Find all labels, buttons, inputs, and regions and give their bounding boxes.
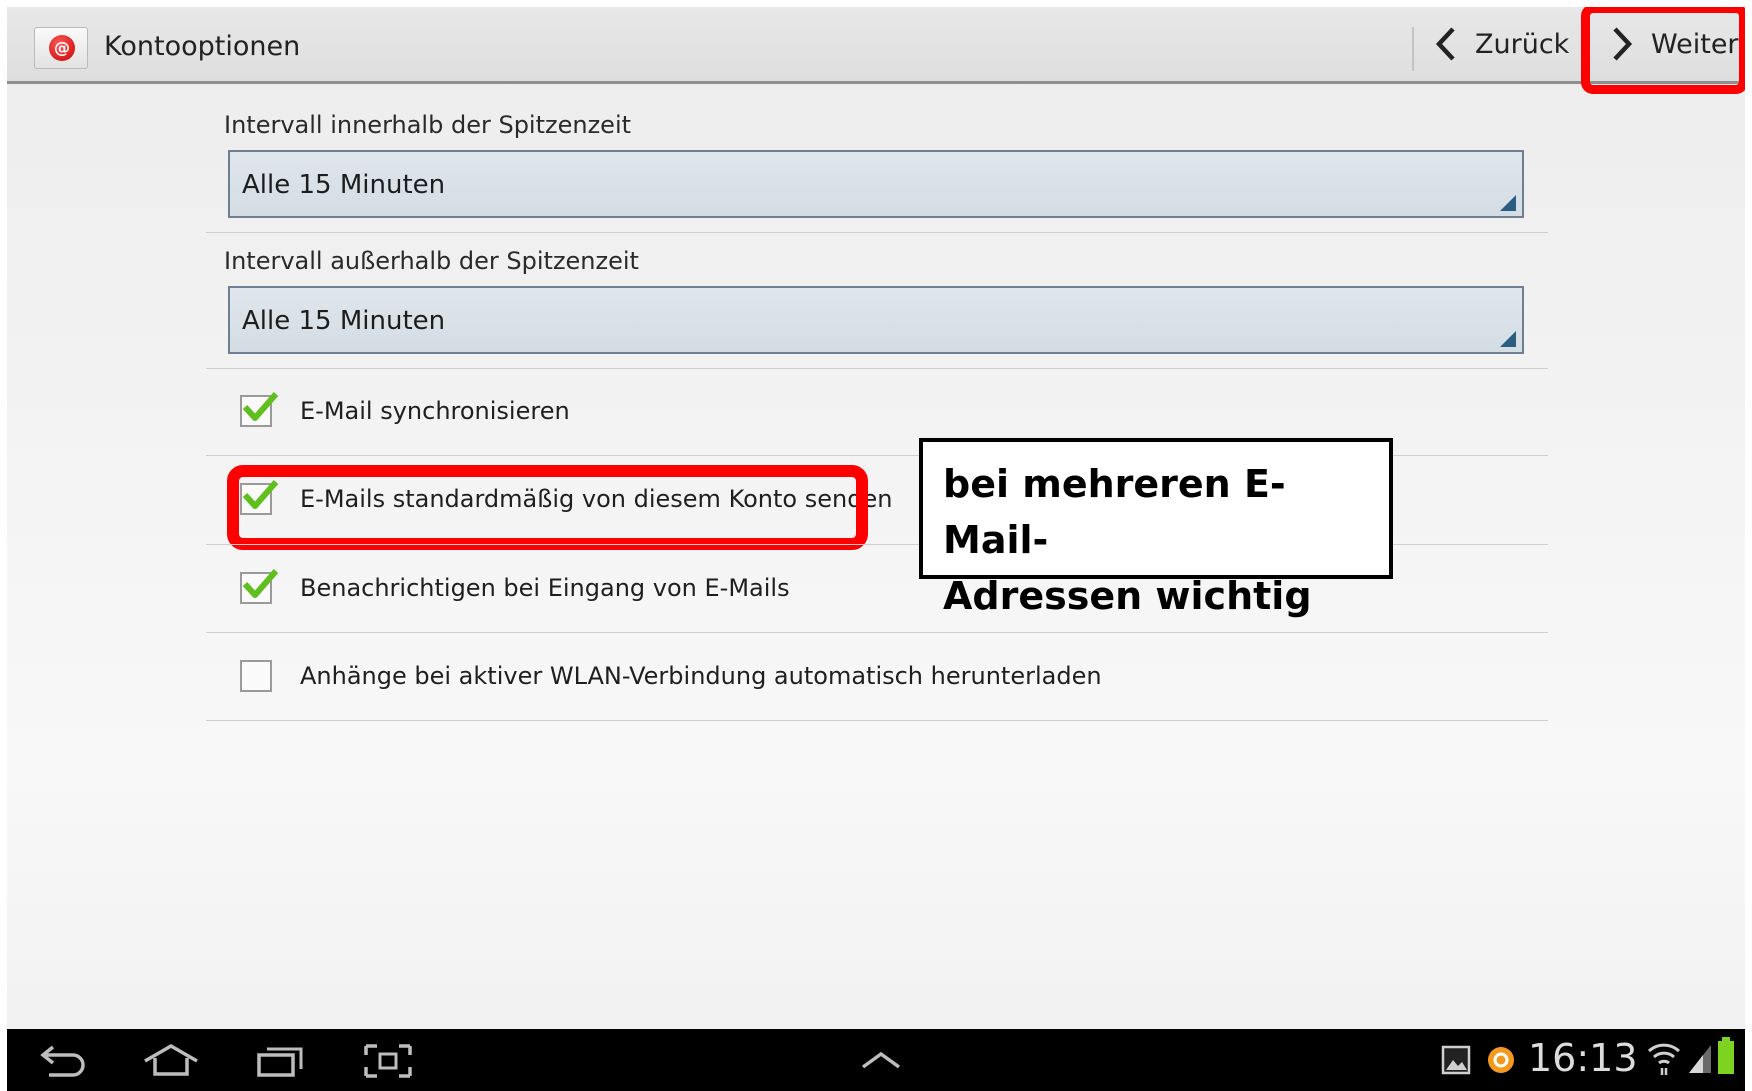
screenshot-icon[interactable] bbox=[363, 1043, 413, 1079]
attachments-checkbox[interactable] bbox=[240, 660, 272, 692]
offpeak-interval-select[interactable]: Alle 15 Minuten bbox=[228, 286, 1524, 354]
divider bbox=[206, 232, 1548, 233]
default-sender-highlight bbox=[227, 465, 868, 550]
wifi-icon bbox=[1647, 1043, 1681, 1075]
notify-label: Benachrichtigen bei Eingang von E-Mails bbox=[300, 574, 790, 602]
attachments-row[interactable]: Anhänge bei aktiver WLAN-Verbindung auto… bbox=[240, 656, 1102, 696]
screen: @ Kontooptionen Zurück Weiter Intervall … bbox=[7, 7, 1745, 1091]
checkmark-icon bbox=[242, 569, 279, 598]
action-divider bbox=[1412, 27, 1414, 71]
notification-icon bbox=[1488, 1047, 1514, 1073]
chevron-left-icon bbox=[1435, 27, 1455, 61]
annotation-line-2: Adressen wichtig bbox=[943, 574, 1312, 618]
divider bbox=[206, 720, 1548, 721]
attachments-label: Anhänge bei aktiver WLAN-Verbindung auto… bbox=[300, 662, 1102, 690]
system-navigation-bar: 16:13 bbox=[7, 1029, 1745, 1091]
back-label: Zurück bbox=[1475, 28, 1570, 60]
up-arrow-icon[interactable] bbox=[859, 1049, 903, 1071]
next-button-highlight bbox=[1581, 7, 1745, 94]
offpeak-interval-label: Intervall außerhalb der Spitzenzeit bbox=[224, 247, 639, 275]
sync-email-checkbox[interactable] bbox=[240, 392, 279, 427]
offpeak-interval-value: Alle 15 Minuten bbox=[242, 306, 446, 336]
back-icon[interactable] bbox=[39, 1043, 89, 1077]
annotation-callout: bei mehreren E-Mail- Adressen wichtig bbox=[919, 438, 1393, 618]
notify-checkbox[interactable] bbox=[240, 569, 279, 604]
sync-email-label: E-Mail synchronisieren bbox=[300, 397, 570, 425]
peak-interval-select[interactable]: Alle 15 Minuten bbox=[228, 150, 1524, 218]
peak-interval-value: Alle 15 Minuten bbox=[242, 170, 446, 200]
dropdown-corner-icon bbox=[1500, 195, 1516, 211]
action-bar: @ Kontooptionen Zurück Weiter bbox=[7, 7, 1745, 84]
home-icon[interactable] bbox=[143, 1043, 199, 1077]
battery-icon bbox=[1718, 1037, 1734, 1074]
divider bbox=[206, 632, 1548, 633]
gallery-icon bbox=[1441, 1045, 1471, 1075]
signal-icon bbox=[1689, 1045, 1711, 1073]
divider bbox=[206, 368, 1548, 369]
annotation-line-1: bei mehreren E-Mail- bbox=[943, 462, 1286, 562]
page-title: Kontooptionen bbox=[104, 31, 301, 62]
checkmark-icon bbox=[242, 392, 279, 421]
clock: 16:13 bbox=[1528, 1036, 1638, 1080]
email-app-icon: @ bbox=[34, 27, 88, 69]
peak-interval-label: Intervall innerhalb der Spitzenzeit bbox=[224, 111, 632, 139]
recent-apps-icon[interactable] bbox=[255, 1043, 305, 1077]
back-button[interactable]: Zurück bbox=[1435, 7, 1569, 81]
dropdown-corner-icon bbox=[1500, 331, 1516, 347]
sync-email-row[interactable]: E-Mail synchronisieren bbox=[240, 391, 570, 431]
notify-row[interactable]: Benachrichtigen bei Eingang von E-Mails bbox=[240, 568, 790, 608]
